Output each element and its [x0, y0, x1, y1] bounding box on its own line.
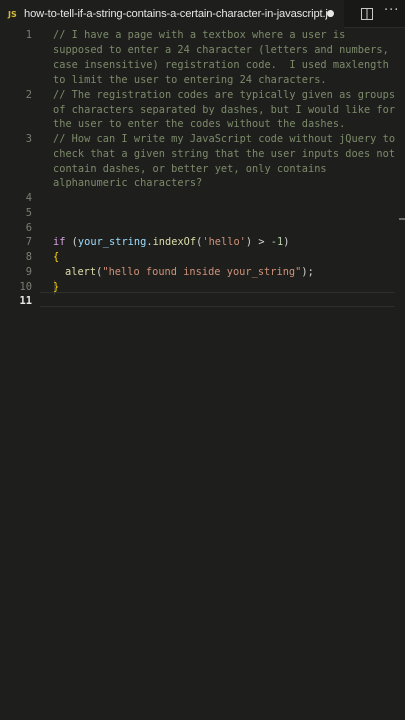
code-line-alert: alert("hello found inside your_string"); — [65, 265, 314, 280]
vertical-scrollbar[interactable] — [397, 28, 405, 720]
line-number: 6 — [25, 222, 32, 234]
line-number: 3 — [25, 133, 32, 145]
function-token: indexOf — [152, 236, 197, 248]
line-number: 7 — [25, 236, 32, 248]
number-token: -1 — [270, 236, 284, 248]
variable-token: your_string — [77, 236, 147, 248]
code-line-open-brace: { — [53, 251, 60, 263]
punctuation-token: ) — [283, 236, 290, 248]
code-comment-line: the user to enter the codes without the … — [53, 118, 346, 130]
line-number: 5 — [25, 207, 32, 219]
code-comment-line: of characters separated by dashes, but I… — [53, 104, 396, 116]
code-line-close-brace: } — [53, 281, 60, 293]
code-comment-line: // I have a page with a textbox where a … — [53, 29, 346, 41]
line-number: 9 — [25, 266, 32, 278]
function-token: alert — [65, 266, 97, 278]
string-token: 'hello' — [202, 236, 246, 248]
code-comment-line: case insensitive) registration code. I u… — [53, 59, 389, 71]
code-editor[interactable]: 1 2 3 4 5 6 7 8 9 10 11 // I have a page… — [0, 28, 405, 720]
punctuation-token: ( — [65, 236, 78, 248]
code-comment-line: contain dashes, or better yet, only cont… — [53, 163, 327, 175]
unsaved-changes-dot-icon[interactable] — [327, 10, 334, 17]
code-comment-line: // How can I write my JavaScript code wi… — [53, 133, 396, 145]
code-line-if: if (your_string.indexOf('hello') > -1) — [53, 235, 289, 250]
line-number: 4 — [25, 192, 32, 204]
line-number: 1 — [25, 29, 32, 41]
punctuation-token: ) > — [245, 236, 271, 248]
string-token: "hello found inside your_string" — [102, 266, 302, 278]
editor-tab-bar: JS how-to-tell-if-a-string-contains-a-ce… — [0, 0, 405, 28]
code-comment-line: supposed to enter a 24 character (letter… — [53, 44, 389, 56]
scrollbar-position-marker — [399, 218, 405, 220]
punctuation-token: ); — [301, 266, 314, 278]
code-comment-line: alphanumeric characters? — [53, 177, 203, 189]
line-number: 2 — [25, 89, 32, 101]
line-number-active: 11 — [19, 295, 32, 307]
split-editor-icon[interactable] — [361, 8, 373, 20]
more-actions-icon[interactable]: ··· — [384, 3, 399, 18]
line-number: 8 — [25, 251, 32, 263]
code-comment-line: // The registration codes are typically … — [53, 89, 396, 101]
editor-tab[interactable]: JS how-to-tell-if-a-string-contains-a-ce… — [0, 0, 344, 28]
code-comment-line: check that a given string that the user … — [53, 148, 396, 160]
tab-title: how-to-tell-if-a-string-contains-a-certa… — [24, 8, 334, 20]
javascript-file-icon: JS — [8, 9, 17, 19]
line-number: 10 — [19, 281, 32, 293]
code-comment-line: to limit the user to entering 24 charact… — [53, 74, 327, 86]
keyword-token: if — [53, 236, 66, 248]
current-line-highlight — [40, 292, 395, 307]
